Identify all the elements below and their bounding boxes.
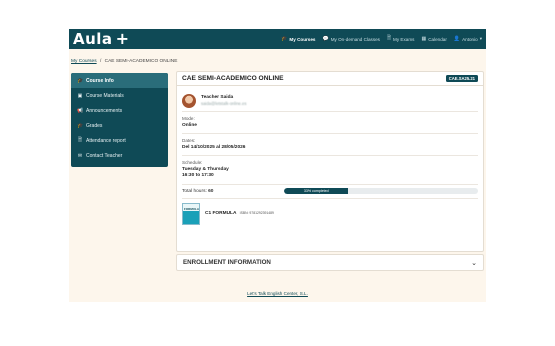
app-page: Aula + 🎓 My Courses 💬 My On-demand Class…	[69, 29, 486, 302]
total-hours-label: Total hours:	[182, 188, 207, 194]
breadcrumb-current: CAE SEMI-ACADEMICO ONLINE	[104, 59, 178, 64]
mode-value: Online	[182, 122, 197, 128]
sidebar-item-label: Attendance report	[86, 137, 126, 144]
megaphone-icon: 📢	[77, 107, 84, 114]
sidebar-item-announcements[interactable]: 📢 Announcements	[71, 103, 168, 118]
nav-calendar[interactable]: ▦ Calendar	[421, 36, 446, 42]
book-title-text: C1 FORMULA	[205, 211, 237, 216]
teacher-email[interactable]: saida@letstalk-online.es	[201, 101, 246, 106]
progress-text: 33% completed	[303, 189, 329, 193]
teacher-name: Teacher Saida	[201, 95, 234, 100]
nav-my-courses[interactable]: 🎓 My Courses	[281, 36, 315, 42]
user-name: Antonio	[462, 36, 478, 42]
envelope-icon: ✉	[77, 152, 83, 159]
breadcrumb: My Courses / CAE SEMI-ACADEMICO ONLINE	[71, 59, 177, 64]
sidebar-item-grades[interactable]: 🎓 Grades	[71, 118, 168, 133]
book-cover-text: FORMULA	[184, 206, 199, 211]
course-progress-bar: 33% completed	[284, 188, 478, 194]
aula-logo[interactable]: Aula +	[73, 30, 129, 48]
nav-label: My Exams	[393, 36, 415, 42]
graduation-cap-icon: 🎓	[281, 36, 288, 42]
book-isbn: ISBN: 9781292391489	[239, 211, 274, 215]
book-icon: ▣	[77, 92, 83, 99]
sidebar-item-label: Announcements	[86, 107, 123, 114]
course-code-badge: CAE.SA25.21	[445, 75, 478, 82]
document-icon: 🗎	[386, 35, 392, 41]
book-title: C1 FORMULA ISBN: 9781292391489	[205, 211, 274, 216]
book-cover-image: FORMULA	[182, 202, 200, 225]
nav-my-exams[interactable]: 🗎 My Exams	[387, 35, 414, 43]
schedule-field: Schedule: Tuesday & Thursday 16:30 to 17…	[182, 156, 478, 185]
user-icon: 👤	[453, 36, 461, 42]
calendar-icon: ▦	[421, 36, 427, 42]
document-icon: 🗎	[77, 136, 83, 143]
course-book: FORMULA C1 FORMULA ISBN: 9781292391489	[182, 199, 478, 225]
course-info-card: CAE SEMI-ACADEMICO ONLINE CAE.SA25.21 Te…	[176, 71, 484, 252]
sidebar-item-attendance-report[interactable]: 🗎 Attendance report	[71, 133, 168, 148]
nav-links: 🎓 My Courses 💬 My On-demand Classes 🗎 My…	[281, 29, 482, 49]
nav-on-demand-classes[interactable]: 💬 My On-demand Classes	[322, 36, 380, 42]
course-title: CAE SEMI-ACADEMICO ONLINE	[182, 75, 284, 82]
breadcrumb-my-courses-link[interactable]: My Courses	[71, 59, 97, 64]
nav-label: My Courses	[289, 36, 316, 42]
top-navbar: Aula + 🎓 My Courses 💬 My On-demand Class…	[69, 29, 486, 49]
nav-label: My On-demand Classes	[330, 36, 380, 42]
total-hours: Total hours: 60	[182, 189, 284, 194]
dates-value: Del 14/10/2025 al 28/05/2026	[182, 144, 246, 150]
schedule-label: Schedule:	[182, 160, 203, 165]
caret-down-icon: ▾	[479, 36, 482, 41]
teacher-details: Teacher Saida saida@letstalk-online.es	[201, 95, 246, 106]
logo-plus-icon: +	[115, 29, 130, 48]
teacher-info: Teacher Saida saida@letstalk-online.es	[182, 90, 478, 112]
schedule-value: Tuesday & Thursday 16:30 to 17:30	[182, 167, 478, 180]
footer-company-link[interactable]: Let's Talk English Center, S.L.	[247, 291, 308, 296]
sidebar-item-contact-teacher[interactable]: ✉ Contact Teacher	[71, 148, 168, 163]
mode-label: Mode:	[182, 116, 195, 121]
sidebar-item-course-materials[interactable]: ▣ Course Materials	[71, 88, 168, 103]
chevron-down-icon[interactable]: ⌄	[471, 259, 477, 267]
user-menu[interactable]: 👤 Antonio ▾	[454, 36, 482, 42]
course-card-body: Teacher Saida saida@letstalk-online.es M…	[177, 86, 483, 229]
footer: Let's Talk English Center, S.L.	[69, 291, 486, 296]
graduation-cap-icon: 🎓	[77, 77, 84, 84]
mode-field: Mode: Online	[182, 112, 478, 134]
dates-label: Dates:	[182, 138, 196, 143]
enrollment-information-accordion[interactable]: ENROLLMENT INFORMATION ⌄	[176, 254, 484, 271]
graduation-cap-icon: 🎓	[77, 122, 84, 129]
total-hours-row: Total hours: 60 33% completed	[182, 185, 478, 199]
dates-field: Dates: Del 14/10/2025 al 28/05/2026	[182, 134, 478, 156]
schedule-time: 16:30 to 17:30	[182, 173, 214, 178]
total-hours-value: 60	[208, 188, 214, 194]
enrollment-title: ENROLLMENT INFORMATION	[183, 259, 271, 266]
breadcrumb-separator: /	[99, 59, 102, 64]
chat-icon: 💬	[322, 36, 329, 42]
course-sidebar: 🎓 Course Info ▣ Course Materials 📢 Annou…	[71, 73, 168, 167]
sidebar-item-label: Course Info	[86, 77, 114, 84]
logo-text: Aula	[73, 30, 113, 48]
sidebar-item-course-info[interactable]: 🎓 Course Info	[71, 73, 168, 88]
sidebar-item-label: Contact Teacher	[86, 152, 123, 159]
sidebar-item-label: Grades	[86, 122, 103, 129]
teacher-avatar	[182, 93, 196, 108]
sidebar-item-label: Course Materials	[86, 92, 124, 99]
course-card-header: CAE SEMI-ACADEMICO ONLINE CAE.SA25.21	[177, 72, 483, 86]
nav-label: Calendar	[428, 36, 447, 42]
